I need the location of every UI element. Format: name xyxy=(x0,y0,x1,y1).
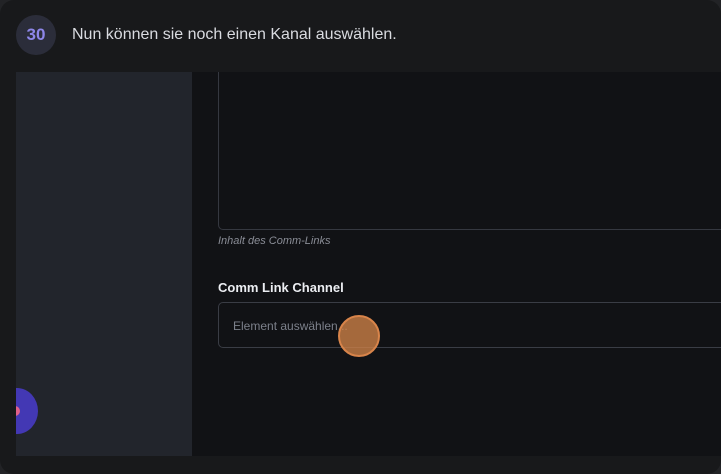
notification-dot-icon xyxy=(16,406,20,416)
tutorial-step-card: 30 Nun können sie noch einen Kanal auswä… xyxy=(0,0,721,474)
content-hint: Inhalt des Comm-Links xyxy=(218,235,331,247)
channel-select-placeholder: Element auswählen... xyxy=(233,319,348,333)
channel-select[interactable]: Element auswählen... xyxy=(218,302,721,348)
app-sidebar xyxy=(16,72,192,456)
step-number-badge: 30 xyxy=(16,15,56,55)
click-indicator xyxy=(338,315,380,357)
comm-link-content-textarea[interactable] xyxy=(218,72,721,230)
step-instruction: Nun können sie noch einen Kanal auswähle… xyxy=(72,26,397,43)
step-screenshot: Inhalt des Comm-Links Comm Link Channel … xyxy=(16,72,721,456)
step-header: 30 Nun können sie noch einen Kanal auswä… xyxy=(16,15,397,55)
channel-label: Comm Link Channel xyxy=(218,280,344,295)
